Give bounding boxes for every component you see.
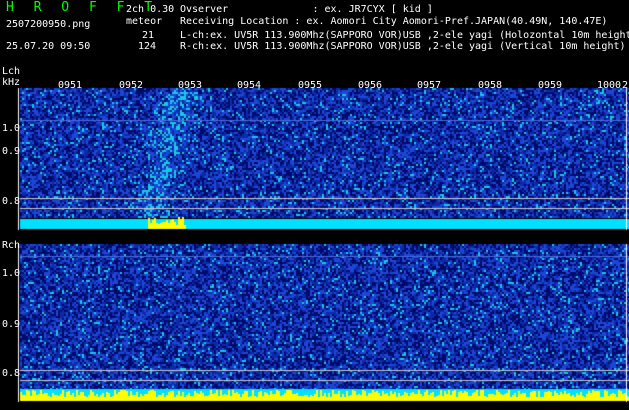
time-tick-0956: 0956 [358,80,383,91]
mode-label: meteor [126,16,163,27]
time-tick-0954: 0954 [237,80,262,91]
filename-label: 2507200950.png [6,19,91,30]
lch-tick-1-0: 1.0 [2,123,21,134]
spectrogram-canvas [0,0,629,410]
rch-info: R-ch:ex. UV5R 113.900Mhz(SAPPORO VOR)USB… [180,41,626,52]
time-tick-0957: 0957 [417,80,442,91]
observer-info: Ovserver : ex. JR7CYX [ kid ] [180,4,433,15]
lch-tick-0-8: 0.8 [2,196,21,207]
lch-tick-0-9: 0.9 [2,146,21,157]
time-tick-0952: 0952 [119,80,144,91]
khz-unit-label: kHz [2,77,21,88]
time-tick-0953: 0953 [178,80,203,91]
time-tick-0955: 0955 [298,80,323,91]
rch-label: Rch [2,240,21,251]
time-tick-1000: 1000 [597,80,622,91]
time-tick-0959: 0959 [538,80,563,91]
rch-tick-1-0: 1.0 [2,268,21,279]
time-tick-extra: 2 [622,80,629,91]
time-tick-0958: 0958 [478,80,503,91]
rch-tick-0-8: 0.8 [2,368,21,379]
time-tick-0951: 0951 [58,80,83,91]
datetime-label: 25.07.20 09:50 [6,41,91,52]
rch-count: 124 [138,41,157,52]
version-label: 2ch 0.30 [126,4,175,15]
location-info: Receiving Location : ex. Aomori City Aom… [180,16,608,27]
rch-tick-0-9: 0.9 [2,319,21,330]
